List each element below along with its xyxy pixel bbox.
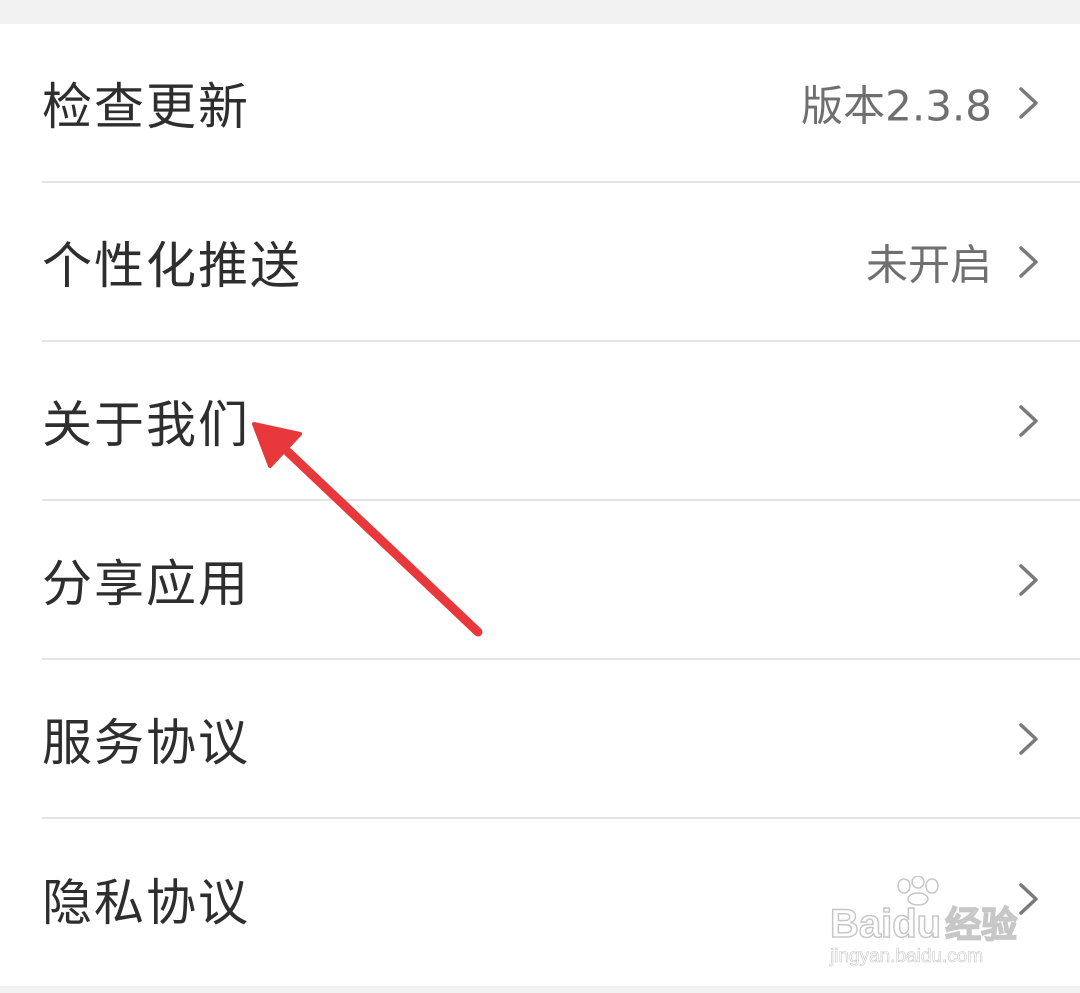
- settings-row-label: 检查更新: [42, 77, 250, 136]
- settings-row-service-agreement[interactable]: 服务协议: [42, 660, 1080, 819]
- watermark-url: jingyan.baidu.com: [830, 946, 984, 968]
- settings-row-label: 服务协议: [42, 713, 250, 772]
- settings-row-label: 个性化推送: [42, 236, 302, 295]
- baidu-jingyan-watermark: Baidu 经验 jingyan.baidu.com: [829, 876, 1030, 976]
- chevron-right-icon: [1019, 404, 1038, 437]
- settings-row-label: 分享应用: [42, 554, 250, 613]
- settings-row-about-us[interactable]: 关于我们: [42, 342, 1080, 501]
- settings-row-personalized-push[interactable]: 个性化推送 未开启: [42, 183, 1080, 342]
- settings-list: 检查更新 版本2.3.8 个性化推送 未开启 关于我们 分享应用 服务协议 隐私…: [0, 24, 1080, 986]
- version-value: 版本2.3.8: [801, 81, 992, 130]
- chevron-right-icon: [1019, 563, 1038, 596]
- chevron-right-icon: [1019, 245, 1038, 278]
- settings-row-share-app[interactable]: 分享应用: [42, 501, 1080, 660]
- watermark-brand: Baidu 经验: [829, 896, 1018, 948]
- chevron-right-icon: [1019, 86, 1038, 119]
- watermark-brand-end: du: [892, 901, 942, 947]
- settings-row-label: 关于我们: [42, 395, 250, 454]
- push-status-value: 未开启: [865, 240, 992, 289]
- bottom-spacer: [0, 986, 1080, 993]
- watermark-brand-start: Bai: [829, 901, 893, 947]
- chevron-right-icon: [1019, 722, 1038, 755]
- watermark-brand-cn: 经验: [944, 903, 1018, 946]
- settings-row-label: 隐私协议: [42, 873, 250, 932]
- top-spacer: [0, 0, 1080, 24]
- settings-row-check-update[interactable]: 检查更新 版本2.3.8: [42, 24, 1080, 183]
